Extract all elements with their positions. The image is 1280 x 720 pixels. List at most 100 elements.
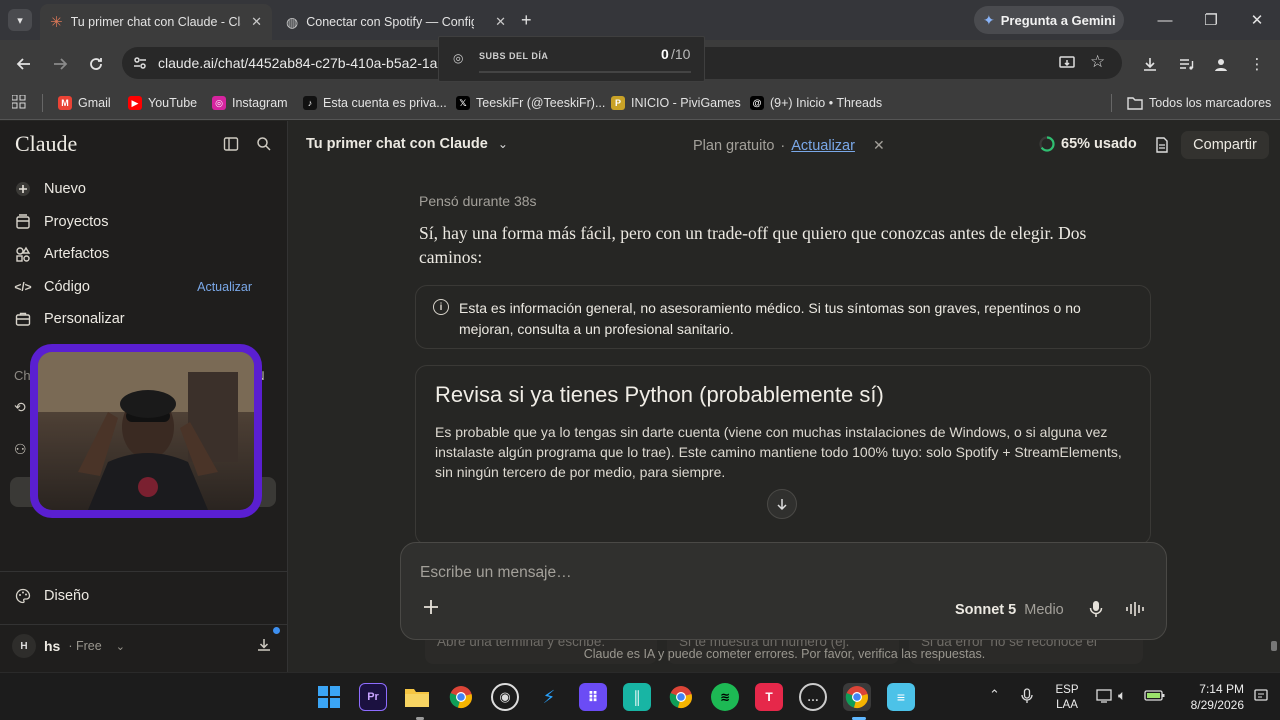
chevron-down-icon: ⌄ [115, 640, 125, 653]
upgrade-link[interactable]: Actualizar [791, 138, 855, 154]
bookmark-tiktok[interactable]: ♪ Esta cuenta es priva... [303, 92, 447, 114]
user-menu[interactable]: H hs · Free ⌄ [12, 633, 132, 659]
bookmark-pivigames[interactable]: P INICIO - PiviGames [611, 92, 741, 114]
message-composer[interactable]: Escribe un mensaje… Sonnet 5 Medio [400, 542, 1167, 640]
pivigames-icon: P [611, 96, 625, 110]
share-button[interactable]: Compartir [1181, 131, 1269, 159]
search-icon[interactable] [256, 136, 272, 152]
obs-icon[interactable]: ◉ [491, 683, 519, 711]
sidebar-item-codigo[interactable]: </> Código Actualizar [14, 274, 272, 300]
battery-icon[interactable] [1144, 688, 1166, 702]
tray-chevron-up-icon[interactable]: ⌃ [989, 687, 1000, 703]
projects-icon [14, 213, 32, 231]
windows-start-icon[interactable] [315, 683, 343, 711]
bookmark-star-icon[interactable]: ☆ [1090, 52, 1105, 72]
chat-app-icon[interactable]: … [799, 683, 827, 711]
audio-wave-app-icon[interactable]: ║ [623, 683, 651, 711]
downloads-icon[interactable] [1138, 52, 1162, 76]
gemini-button[interactable]: ✦ Pregunta a Gemini [974, 6, 1124, 34]
browser-tab-bar: ▾ ✳ Tu primer chat con Claude - Cla ✕ ◍ … [0, 0, 1280, 40]
sidebar-divider [0, 624, 288, 625]
subs-progress-track [479, 71, 691, 73]
close-banner-icon[interactable]: ✕ [873, 137, 885, 154]
bookmark-label: (9+) Inicio • Threads [770, 96, 883, 110]
codigo-upgrade-link[interactable]: Actualizar [197, 280, 252, 294]
premiere-icon[interactable]: Pr [359, 683, 387, 711]
back-icon[interactable] [12, 52, 36, 76]
bookmark-youtube[interactable]: ▶ YouTube [128, 92, 197, 114]
menu-kebab-icon[interactable]: ⋮ [1245, 52, 1269, 76]
bookmark-instagram[interactable]: ◎ Instagram [212, 92, 288, 114]
bookmark-label: Gmail [78, 96, 111, 110]
sidebar-item-personalizar[interactable]: Personalizar [14, 306, 125, 332]
voice-mode-icon[interactable] [1125, 601, 1147, 617]
sidebar-item-proyectos[interactable]: Proyectos [14, 209, 108, 235]
volume-icon[interactable]: 🔈︎ [1118, 687, 1126, 704]
chat-title-menu[interactable]: Tu primer chat con Claude ⌄ [306, 136, 508, 152]
sidebar-item-artefactos[interactable]: Artefactos [14, 241, 109, 267]
clock-time: 7:14 PM [1199, 682, 1244, 696]
claude-logo[interactable]: Claude [15, 131, 77, 157]
document-icon[interactable] [1155, 137, 1169, 153]
media-control-icon[interactable] [1174, 52, 1198, 76]
profile-icon[interactable] [1209, 52, 1233, 76]
download-app-icon[interactable] [256, 637, 272, 653]
close-tab-icon[interactable]: ✕ [495, 14, 506, 30]
claude-asterisk-icon: ✳ [50, 14, 63, 31]
clock-date: 8/29/2026 [1190, 698, 1244, 712]
restore-icon[interactable]: ❐ [1196, 8, 1226, 32]
bookmark-threads[interactable]: @ (9+) Inicio • Threads [750, 92, 882, 114]
tray-microphone-icon[interactable] [1021, 688, 1033, 704]
bookmark-gmail[interactable]: M Gmail [58, 92, 111, 114]
python-card-body: Es probable que ya lo tengas sin darte c… [435, 424, 1122, 480]
notepad-icon[interactable]: ≡ [887, 683, 915, 711]
spotify-icon[interactable]: ≋ [711, 683, 739, 711]
chevron-down-icon: ⌄ [497, 137, 508, 151]
sidebar-toggle-icon[interactable] [223, 136, 239, 152]
forward-icon[interactable] [48, 52, 72, 76]
windows-taskbar: Pr ◉ ⚡ ⠿ ║ ≋ T … ≡ ⌃ ESP LAA 🔈︎ 7:14 PM … [0, 672, 1280, 720]
streamer-bot-icon[interactable]: ⚡ [535, 683, 563, 711]
tab-search-chevron-icon[interactable]: ▾ [8, 9, 32, 31]
bookmark-label: Instagram [232, 96, 288, 110]
add-attachment-icon[interactable] [423, 599, 439, 615]
file-explorer-icon[interactable] [403, 683, 431, 711]
notice-card: i Esta es información general, no asesor… [415, 285, 1151, 349]
tab-title: Conectar con Spotify — Config [306, 15, 475, 29]
sidebar-item-nuevo[interactable]: Nuevo [14, 176, 86, 202]
group-icon[interactable]: ⚇ [14, 441, 27, 458]
tab-claude-chat[interactable]: ✳ Tu primer chat con Claude - Cla ✕ [40, 4, 272, 40]
chrome-icon[interactable] [447, 683, 475, 711]
recent-icon[interactable]: ⟲ [14, 399, 26, 416]
apps-grid-icon[interactable] [12, 95, 26, 109]
chrome-active-icon[interactable] [843, 683, 871, 711]
sidebar-item-label: Artefactos [44, 246, 110, 262]
minimize-icon[interactable]: — [1150, 8, 1180, 32]
usage-indicator[interactable]: 65% usado [1039, 136, 1137, 152]
site-info-icon[interactable] [132, 55, 148, 71]
notifications-icon[interactable] [1254, 689, 1268, 703]
scroll-down-button[interactable] [767, 489, 797, 519]
close-window-icon[interactable]: ✕ [1242, 8, 1272, 32]
network-icon[interactable] [1096, 688, 1112, 704]
close-tab-icon[interactable]: ✕ [251, 14, 262, 30]
microphone-icon[interactable] [1089, 600, 1103, 618]
all-bookmarks[interactable]: Todos los marcadores [1127, 92, 1271, 114]
language-code: ESP [1055, 684, 1079, 696]
tiktok-live-icon[interactable]: T [755, 683, 783, 711]
message-input[interactable]: Escribe un mensaje… [420, 564, 572, 582]
bookmark-x[interactable]: 𝕏 TeeskiFr (@TeeskiFr)... [456, 92, 605, 114]
language-indicator[interactable]: ESP LAA [1054, 683, 1080, 713]
chrome-profile-icon[interactable] [667, 683, 695, 711]
clock[interactable]: 7:14 PM 8/29/2026 [1180, 681, 1244, 713]
thought-duration[interactable]: Pensó durante 38s [419, 193, 537, 209]
new-tab-icon[interactable]: + [521, 10, 532, 31]
sidebar-item-diseno[interactable]: Diseño [14, 583, 89, 609]
model-selector[interactable]: Sonnet 5 Medio [955, 602, 1064, 618]
reload-icon[interactable] [84, 52, 108, 76]
tab-spotify[interactable]: ◍ Conectar con Spotify — Config ✕ [276, 4, 516, 40]
youtube-icon: ▶ [128, 96, 142, 110]
app-launcher-icon[interactable]: ⠿ [579, 683, 607, 711]
install-app-icon[interactable] [1058, 54, 1076, 72]
scrollbar-thumb[interactable] [1271, 641, 1277, 651]
